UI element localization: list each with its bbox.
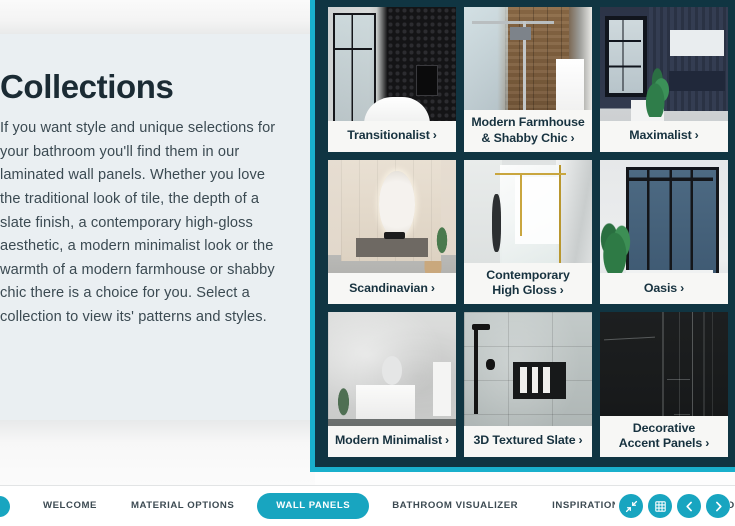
app-stage: Collections If you want style and unique… (0, 0, 735, 526)
collection-label-modern-minimalist: Modern Minimalist › (328, 426, 456, 457)
collection-label-modern-farmhouse: Modern Farmhouse & Shabby Chic › (464, 110, 592, 152)
collections-info-panel: Collections If you want style and unique… (0, 34, 312, 420)
collection-label-text: Modern Minimalist (334, 433, 443, 448)
nav-icon-buttons (615, 486, 730, 526)
next-icon[interactable] (706, 494, 730, 518)
collection-label-3d-textured-slate: 3D Textured Slate › (464, 426, 592, 457)
prev-icon[interactable] (677, 494, 701, 518)
collection-card-maximalist[interactable]: Maximalist › (600, 7, 728, 152)
grid-icon[interactable] (648, 494, 672, 518)
collapse-icon[interactable] (619, 494, 643, 518)
chevron-right-icon: › (694, 128, 699, 143)
collection-label-text: Scandinavian (349, 280, 428, 295)
page-background-top (0, 0, 315, 34)
page-title: Collections (0, 68, 174, 105)
collection-label-text: Contemporary High Gloss › (486, 268, 570, 298)
collection-card-modern-farmhouse[interactable]: Modern Farmhouse & Shabby Chic › (464, 7, 592, 152)
collections-grid: Transitionalist › Modern Farmhouse & Sha… (328, 7, 728, 457)
chevron-right-icon: › (432, 128, 437, 143)
collections-grid-panel: Transitionalist › Modern Farmhouse & Sha… (310, 0, 735, 472)
label-line-2: Accent Panels (618, 435, 703, 450)
collection-card-3d-textured-slate[interactable]: 3D Textured Slate › (464, 312, 592, 457)
chevron-right-icon: › (445, 433, 450, 448)
chevron-right-icon: › (559, 283, 564, 298)
chevron-right-icon: › (430, 280, 435, 295)
chevron-right-icon: › (680, 280, 685, 295)
collection-label-text: Transitionalist (347, 128, 430, 143)
collection-card-contemporary-high-gloss[interactable]: Contemporary High Gloss › (464, 159, 592, 305)
collection-label-text: Decorative Accent Panels › (618, 420, 710, 451)
collection-card-transitionalist[interactable]: Transitionalist › (328, 7, 456, 152)
label-line-2: & Shabby Chic (481, 130, 568, 145)
chevron-right-icon: › (705, 435, 710, 450)
collection-label-maximalist: Maximalist › (600, 120, 728, 152)
collection-label-text: Maximalist (629, 128, 692, 143)
label-line-1: Contemporary (486, 268, 570, 283)
collection-card-modern-minimalist[interactable]: Modern Minimalist › (328, 312, 456, 457)
chevron-right-icon: › (570, 130, 575, 145)
collections-description: If you want style and unique selections … (0, 120, 276, 326)
chevron-right-icon: › (578, 433, 583, 448)
label-line-1: Decorative (632, 420, 696, 435)
nav-item-material-options[interactable]: MATERIAL OPTIONS (114, 501, 251, 511)
collection-label-text: Oasis (643, 280, 678, 295)
label-line-1: Modern Farmhouse (471, 115, 585, 130)
collection-label-contemporary-high-gloss: Contemporary High Gloss › (464, 263, 592, 305)
collection-card-oasis[interactable]: Oasis › (600, 159, 728, 305)
collection-label-scandinavian: Scandinavian › (328, 273, 456, 305)
nav-item-wall-panels[interactable]: WALL PANELS (257, 493, 370, 519)
collection-card-decorative-accent-panels[interactable]: Decorative Accent Panels › (600, 312, 728, 457)
label-line-2: High Gloss (492, 283, 557, 298)
nav-scroll-left-dot[interactable] (0, 496, 10, 517)
collection-label-text: Modern Farmhouse & Shabby Chic › (471, 115, 584, 145)
collection-label-transitionalist: Transitionalist › (328, 120, 456, 152)
collection-card-scandinavian[interactable]: Scandinavian › (328, 159, 456, 305)
nav-item-welcome[interactable]: WELCOME (26, 501, 114, 511)
collection-label-decorative-accent-panels: Decorative Accent Panels › (600, 415, 728, 457)
nav-item-bathroom-visualizer[interactable]: BATHROOM VISUALIZER (375, 501, 535, 511)
collection-label-text: 3D Textured Slate (473, 433, 576, 448)
collection-label-oasis: Oasis › (600, 273, 728, 305)
bottom-navigation-bar: WELCOME MATERIAL OPTIONS WALL PANELS BAT… (0, 485, 735, 526)
page-background-bottom (0, 420, 315, 485)
